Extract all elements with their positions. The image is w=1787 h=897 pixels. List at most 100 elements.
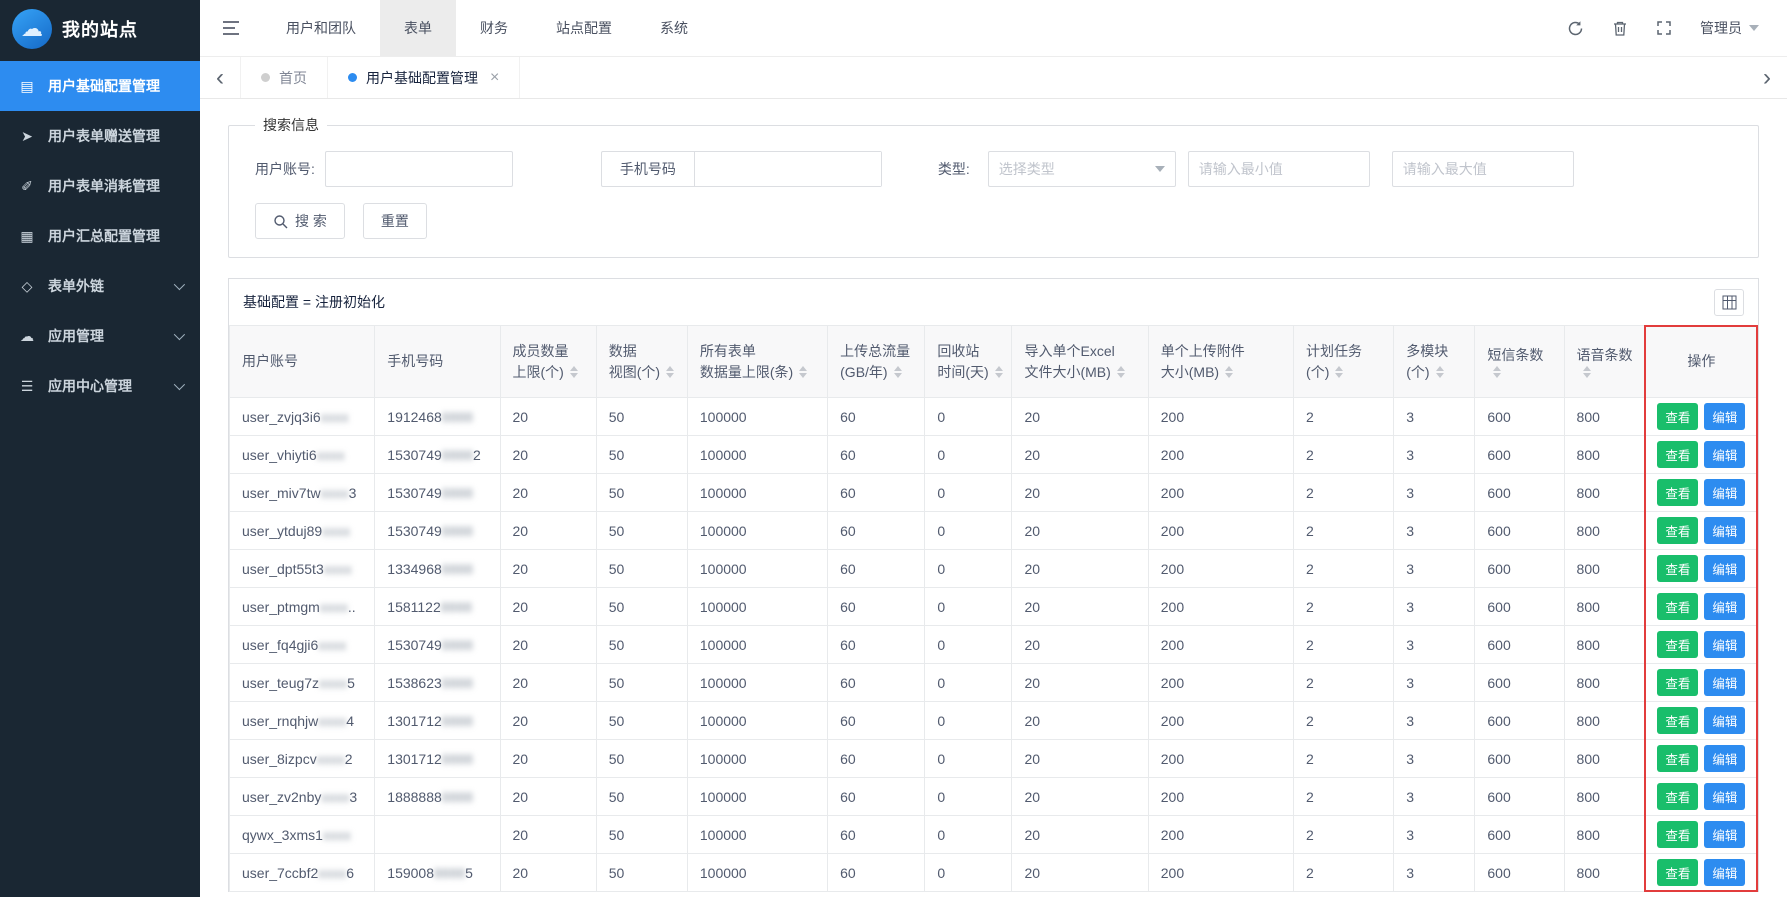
column-header[interactable]: 计划任务(个) bbox=[1294, 326, 1394, 398]
phone-input[interactable] bbox=[695, 152, 881, 186]
fullscreen-icon[interactable] bbox=[1656, 20, 1672, 36]
view-button[interactable]: 查看 bbox=[1657, 707, 1698, 734]
topnav-item[interactable]: 用户和团队 bbox=[262, 0, 380, 56]
value-cell: 200 bbox=[1148, 398, 1293, 436]
column-header[interactable]: 所有表单数据量上限(条) bbox=[687, 326, 827, 398]
value-cell: 2 bbox=[1294, 816, 1394, 854]
sort-caret-icon[interactable] bbox=[995, 366, 1003, 378]
sort-caret-icon[interactable] bbox=[666, 366, 674, 378]
edit-button[interactable]: 编辑 bbox=[1704, 859, 1745, 886]
column-header[interactable]: 数据视图(个) bbox=[596, 326, 687, 398]
edit-button[interactable]: 编辑 bbox=[1704, 479, 1745, 506]
view-button[interactable]: 查看 bbox=[1657, 631, 1698, 658]
edit-button[interactable]: 编辑 bbox=[1704, 517, 1745, 544]
sort-caret-icon[interactable] bbox=[1225, 366, 1233, 378]
sidebar-item[interactable]: ◇表单外链 bbox=[0, 261, 200, 311]
sidebar-item-label: 表单外链 bbox=[48, 276, 104, 296]
topnav-item[interactable]: 系统 bbox=[636, 0, 712, 56]
sidebar-item[interactable]: ☰应用中心管理 bbox=[0, 361, 200, 411]
view-button[interactable]: 查看 bbox=[1657, 403, 1698, 430]
account-input[interactable] bbox=[325, 151, 513, 187]
column-header[interactable]: 语音条数 bbox=[1564, 326, 1645, 398]
value-cell: 600 bbox=[1475, 740, 1564, 778]
sidebar-item[interactable]: ➤用户表单赠送管理 bbox=[0, 111, 200, 161]
edit-button[interactable]: 编辑 bbox=[1704, 745, 1745, 772]
value-cell: 20 bbox=[1012, 740, 1148, 778]
type-select[interactable]: 选择类型 bbox=[988, 151, 1176, 187]
value-cell: 0 bbox=[925, 436, 1012, 474]
redacted-text: xxxx bbox=[319, 675, 347, 691]
menu-fold-icon[interactable] bbox=[200, 0, 262, 56]
view-button[interactable]: 查看 bbox=[1657, 517, 1698, 544]
topnav-item[interactable]: 表单 bbox=[380, 0, 456, 56]
sidebar-item[interactable]: ▦用户汇总配置管理 bbox=[0, 211, 200, 261]
actions-cell: 查看编辑 bbox=[1645, 550, 1757, 588]
cloud-logo-icon: ☁ bbox=[12, 9, 52, 49]
view-button[interactable]: 查看 bbox=[1657, 593, 1698, 620]
edit-button[interactable]: 编辑 bbox=[1704, 631, 1745, 658]
sidebar-item[interactable]: ☁应用管理 bbox=[0, 311, 200, 361]
sort-caret-icon[interactable] bbox=[1493, 366, 1501, 378]
value-cell: 2 bbox=[1294, 588, 1394, 626]
tabs-scroll-left-icon[interactable]: ‹ bbox=[200, 66, 240, 90]
column-header[interactable]: 上传总流量(GB/年) bbox=[828, 326, 925, 398]
edit-button[interactable]: 编辑 bbox=[1704, 555, 1745, 582]
view-button[interactable]: 查看 bbox=[1657, 441, 1698, 468]
column-header[interactable]: 单个上传附件大小(MB) bbox=[1148, 326, 1293, 398]
edit-button[interactable]: 编辑 bbox=[1704, 669, 1745, 696]
value-cell: 600 bbox=[1475, 512, 1564, 550]
type-label: 类型: bbox=[938, 159, 970, 179]
sort-caret-icon[interactable] bbox=[1335, 366, 1343, 378]
page-tab[interactable]: 用户基础配置管理× bbox=[327, 57, 520, 98]
value-cell: 200 bbox=[1148, 778, 1293, 816]
value-cell: 600 bbox=[1475, 664, 1564, 702]
max-value-input[interactable] bbox=[1392, 151, 1574, 187]
refresh-icon[interactable] bbox=[1567, 20, 1584, 37]
logo[interactable]: ☁ 我的站点 bbox=[0, 0, 200, 57]
view-button[interactable]: 查看 bbox=[1657, 745, 1698, 772]
sort-caret-icon[interactable] bbox=[799, 366, 807, 378]
column-header[interactable]: 多模块(个) bbox=[1394, 326, 1475, 398]
page-tab[interactable]: 首页 bbox=[240, 57, 327, 98]
table-row: user_zvjq3i6xxxx191246888882050100000600… bbox=[230, 398, 1758, 436]
sort-caret-icon[interactable] bbox=[570, 366, 578, 378]
value-cell: 60 bbox=[828, 778, 925, 816]
edit-button[interactable]: 编辑 bbox=[1704, 783, 1745, 810]
column-header[interactable]: 短信条数 bbox=[1475, 326, 1564, 398]
tab-close-icon[interactable]: × bbox=[490, 69, 499, 87]
edit-button[interactable]: 编辑 bbox=[1704, 441, 1745, 468]
edit-button[interactable]: 编辑 bbox=[1704, 707, 1745, 734]
column-header[interactable]: 成员数量上限(个) bbox=[500, 326, 596, 398]
edit-button[interactable]: 编辑 bbox=[1704, 403, 1745, 430]
view-button[interactable]: 查看 bbox=[1657, 669, 1698, 696]
view-button[interactable]: 查看 bbox=[1657, 479, 1698, 506]
column-header[interactable]: 回收站时间(天) bbox=[925, 326, 1012, 398]
topnav-item[interactable]: 财务 bbox=[456, 0, 532, 56]
value-cell: 2 bbox=[1294, 474, 1394, 512]
view-button[interactable]: 查看 bbox=[1657, 555, 1698, 582]
tabs-scroll-right-icon[interactable]: › bbox=[1747, 66, 1787, 90]
column-header[interactable]: 导入单个Excel文件大小(MB) bbox=[1012, 326, 1148, 398]
sort-caret-icon[interactable] bbox=[1117, 366, 1125, 378]
min-value-input[interactable] bbox=[1188, 151, 1370, 187]
trash-icon[interactable] bbox=[1612, 20, 1628, 37]
reset-button[interactable]: 重置 bbox=[363, 203, 427, 239]
view-button[interactable]: 查看 bbox=[1657, 821, 1698, 848]
sidebar-item[interactable]: ✐用户表单消耗管理 bbox=[0, 161, 200, 211]
edit-button[interactable]: 编辑 bbox=[1704, 593, 1745, 620]
redacted-text: xxxx bbox=[317, 751, 345, 767]
topnav-item[interactable]: 站点配置 bbox=[532, 0, 636, 56]
view-button[interactable]: 查看 bbox=[1657, 859, 1698, 886]
edit-button[interactable]: 编辑 bbox=[1704, 821, 1745, 848]
search-button[interactable]: 搜 索 bbox=[255, 203, 345, 239]
admin-dropdown[interactable]: 管理员 bbox=[1700, 18, 1759, 38]
sort-caret-icon[interactable] bbox=[1583, 366, 1591, 378]
sidebar-item[interactable]: ▤用户基础配置管理 bbox=[0, 61, 200, 111]
sort-caret-icon[interactable] bbox=[1436, 366, 1444, 378]
account-label: 用户账号: bbox=[255, 159, 315, 179]
value-cell: 600 bbox=[1475, 474, 1564, 512]
sort-caret-icon[interactable] bbox=[894, 366, 902, 378]
view-button[interactable]: 查看 bbox=[1657, 783, 1698, 810]
search-button-label: 搜 索 bbox=[295, 211, 327, 231]
column-settings-button[interactable] bbox=[1714, 289, 1744, 316]
